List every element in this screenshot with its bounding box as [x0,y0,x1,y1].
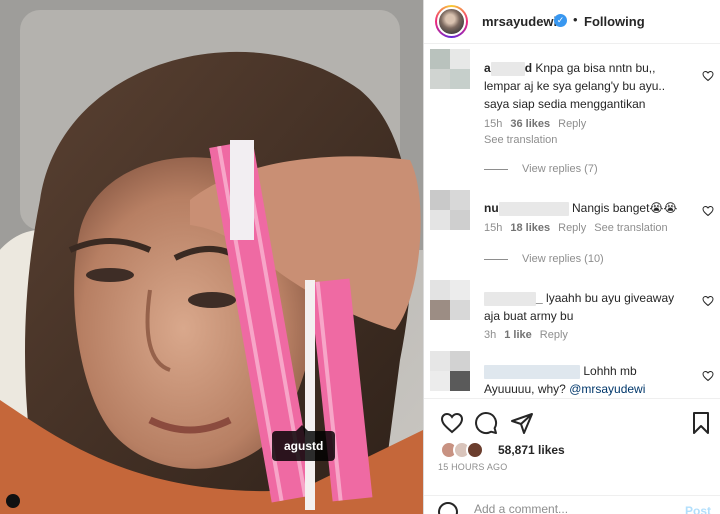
paper-plane-icon[interactable] [510,411,534,435]
add-comment-bar: Post [424,495,720,514]
emoji-icon[interactable] [438,502,458,514]
verified-badge-icon: ✓ [554,14,567,27]
comment-text: Lohhh mb [583,364,637,378]
comment-username[interactable]: _ [484,291,543,306]
comment-avatar[interactable] [430,280,470,320]
post-comment-button[interactable]: Post [685,504,711,514]
header-separator: • [573,12,578,27]
comment-username[interactable] [484,364,580,379]
comment-avatar[interactable] [430,351,470,391]
comment-text: Nangis banget😭😭 [572,201,678,215]
comment-avatar[interactable] [430,49,470,89]
comment-text: aja buat army bu [484,309,574,323]
tagged-users-icon[interactable] [6,494,20,508]
comment-text: lyaahh bu ayu giveaway [546,291,675,305]
author-username[interactable]: mrsayudewi [482,14,557,29]
comment-text: Ayuuuuu, why? [484,382,566,396]
post-photo[interactable]: agustd [0,0,423,514]
comment-likes[interactable]: 1 like [504,329,532,341]
comment-icon[interactable] [474,411,498,435]
comment-meta: 3h 1 like Reply [484,329,576,341]
reply-button[interactable]: Reply [558,118,586,130]
reply-button[interactable]: Reply [540,329,568,341]
comment-body: ad Knpa ga bisa nntn bu,, lempar aj ke s… [484,59,704,113]
photo-illustration [0,0,423,514]
post-header: mrsayudewi ✓ • Following [424,0,720,44]
following-button[interactable]: Following [584,14,645,29]
comment-time: 3h [484,329,497,341]
comment-meta: 15h 18 likes Reply See translation [484,222,676,234]
comment-text: Knpa ga bisa nntn bu,, [535,61,656,75]
user-tag-bubble[interactable]: agustd [272,425,336,461]
bookmark-icon[interactable] [689,411,713,435]
comment-like-heart-icon[interactable] [702,370,714,382]
comment-likes[interactable]: 18 likes [510,222,550,234]
comment-username[interactable]: nu [484,201,569,216]
comment-meta: 15h 36 likes Reply [484,118,594,130]
post-side-panel: mrsayudewi ✓ • Following ad Knpa ga bisa… [423,0,720,514]
heart-icon[interactable] [440,411,464,435]
comment-time: 15h [484,222,503,234]
author-avatar[interactable] [435,5,468,38]
comment-text: lempar aj ke sya gelang'y bu ayu.. [484,79,666,93]
comment-body: nu Nangis banget😭😭 [484,199,704,217]
view-replies-button[interactable]: View replies (7) [484,163,598,175]
comments-list[interactable]: ad Knpa ga bisa nntn bu,, lempar aj ke s… [424,45,720,397]
post-timestamp[interactable]: 15 HOURS AGO [438,462,507,472]
comment-likes[interactable]: 36 likes [510,118,550,130]
reply-button[interactable]: Reply [558,222,586,234]
post-actions: 58,871 likes 15 HOURS AGO Post [424,398,720,514]
comment-like-heart-icon[interactable] [702,70,714,82]
see-translation-button[interactable]: See translation [484,134,557,146]
comment-username[interactable]: ad [484,61,532,76]
comment-body: _ lyaahh bu ayu giveaway aja buat army b… [484,289,704,325]
likes-count[interactable]: 58,871 likes [498,443,565,457]
comment-text: saya siap sedia menggantikan [484,97,646,111]
comment-like-heart-icon[interactable] [702,295,714,307]
comment-avatar[interactable] [430,190,470,230]
see-translation-button[interactable]: See translation [594,222,667,234]
comment-input[interactable] [474,502,674,514]
comment-time: 15h [484,118,503,130]
comment-body: Lohhh mb Ayuuuuu, why? @mrsayudewi [484,362,704,397]
liker-avatar [466,441,484,459]
comment-mention-link[interactable]: @mrsayudewi [569,382,645,396]
comment-like-heart-icon[interactable] [702,205,714,217]
view-replies-button[interactable]: View replies (10) [484,253,604,265]
